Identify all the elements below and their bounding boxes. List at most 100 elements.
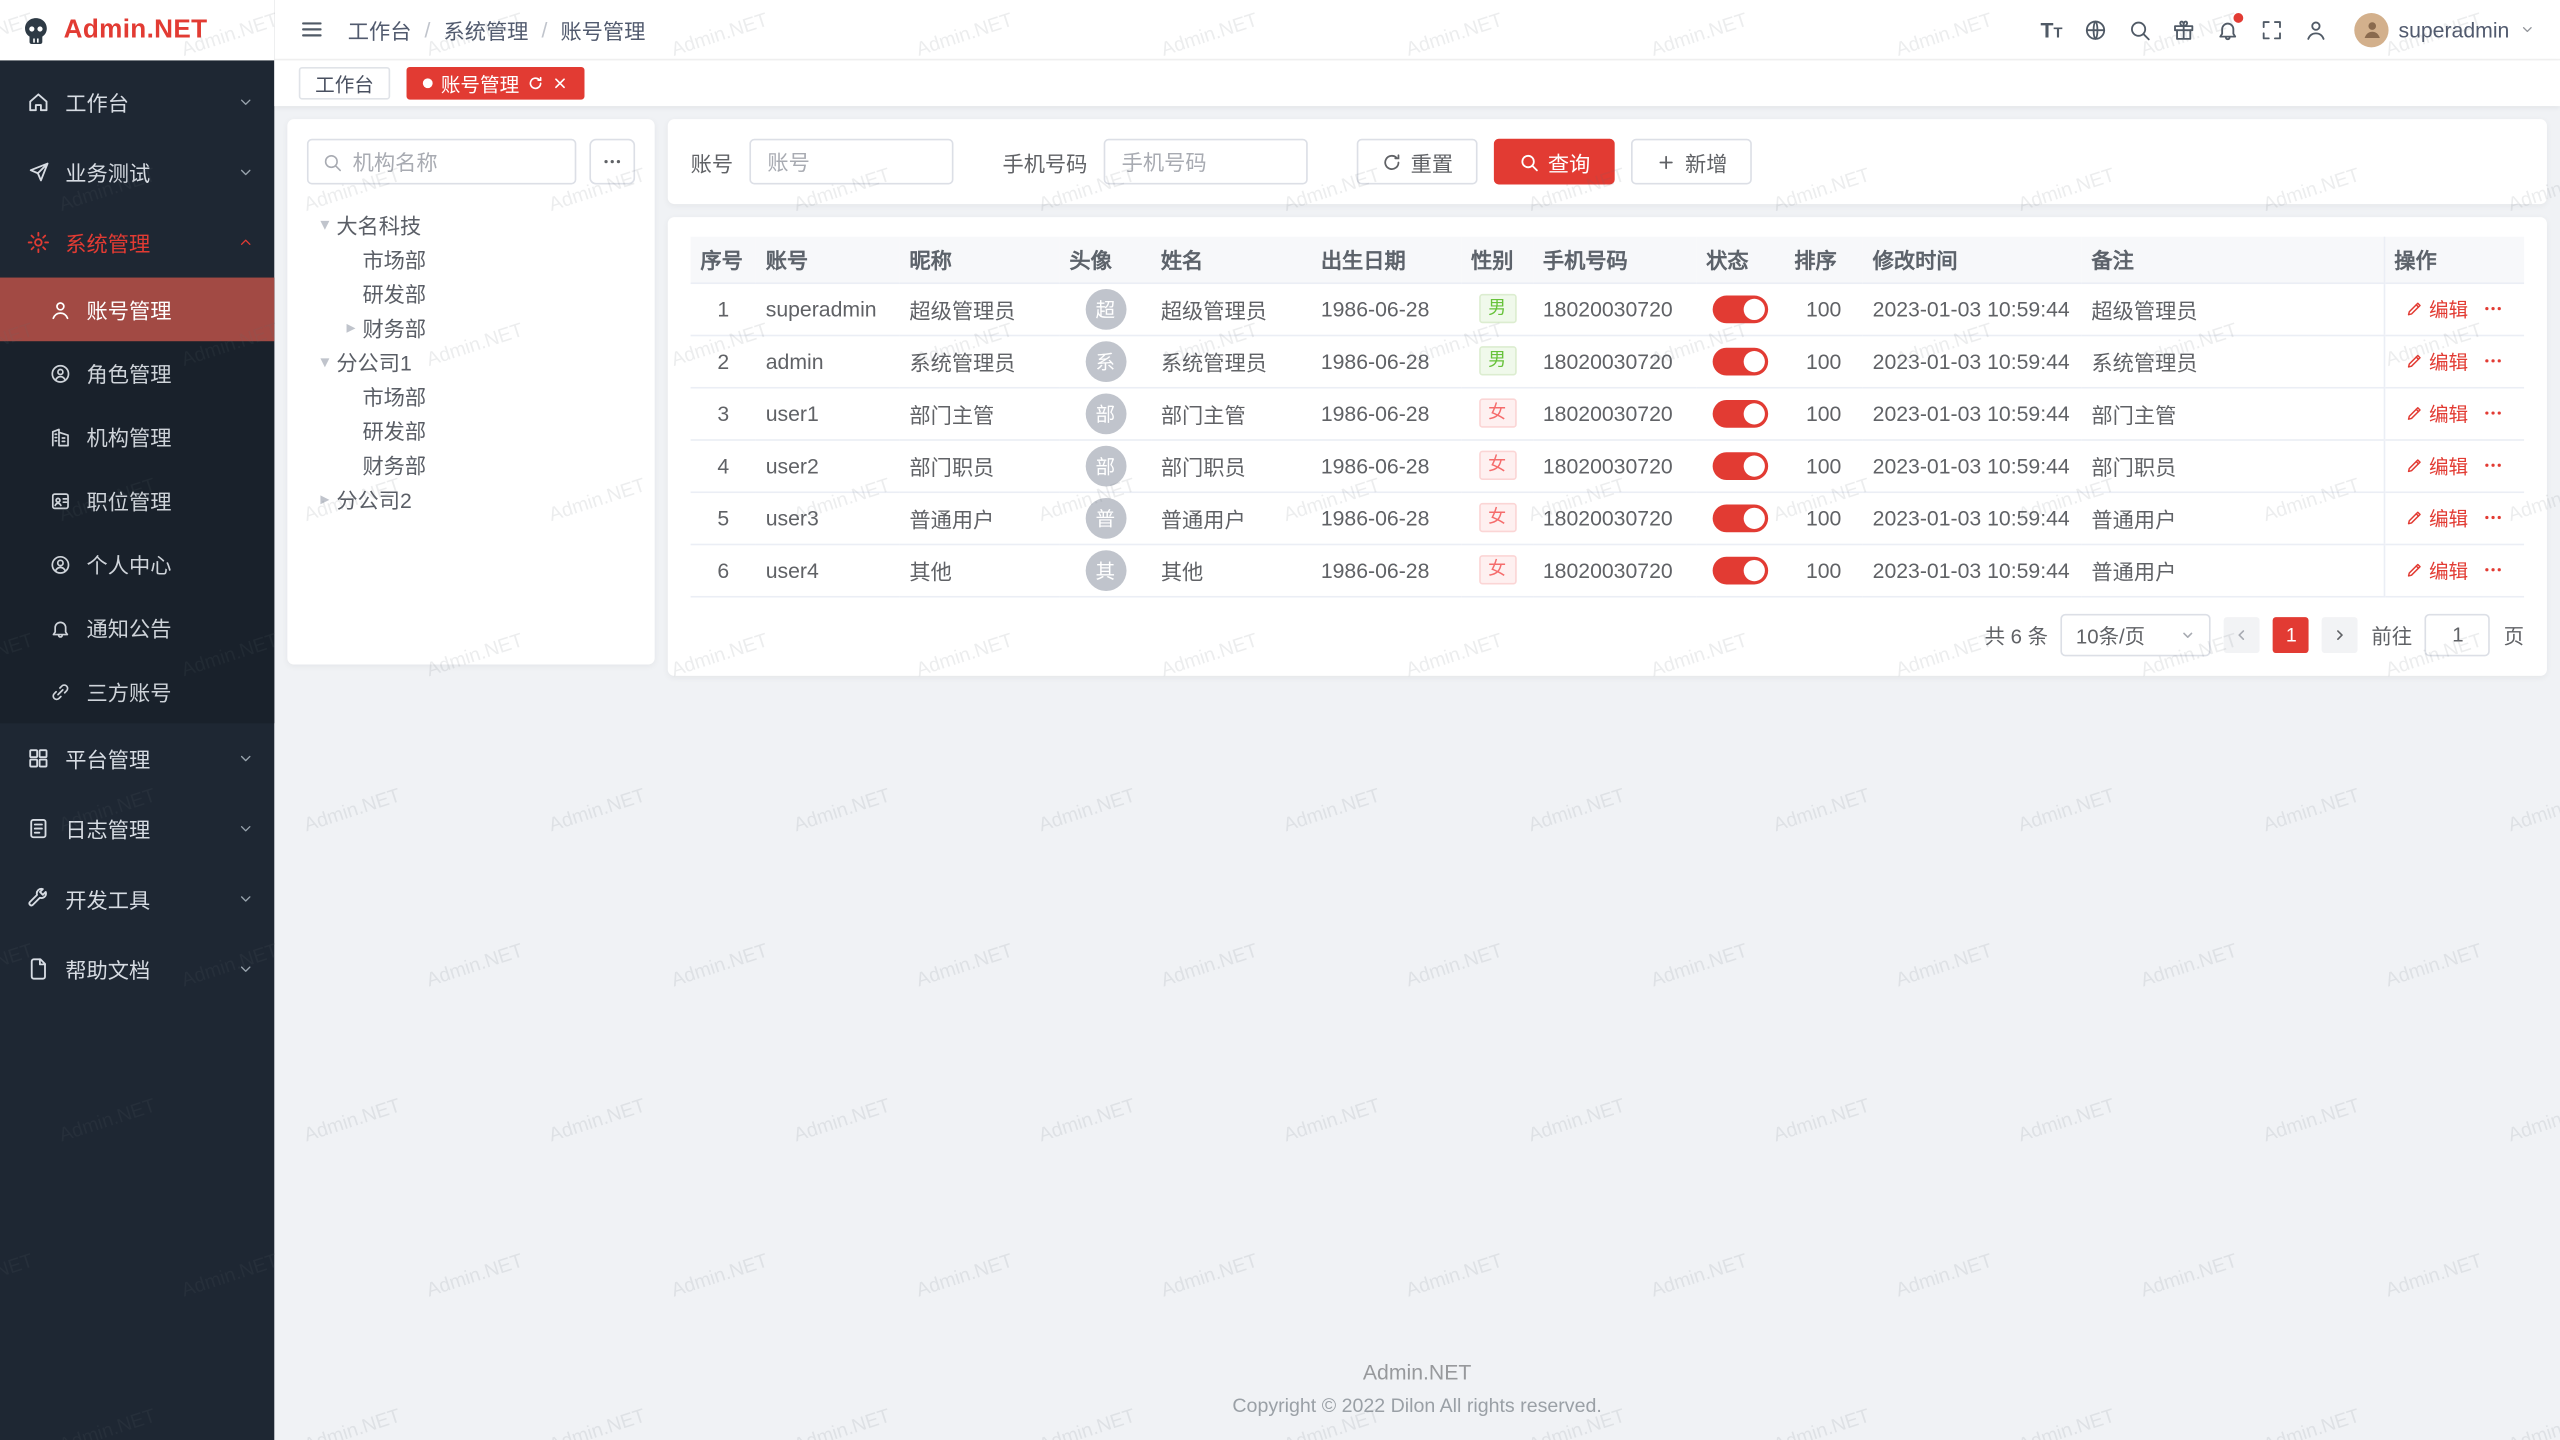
sidebar-subitem-notice[interactable]: 通知公告: [0, 596, 274, 660]
row-more-button[interactable]: [2481, 506, 2504, 529]
tree-node[interactable]: ▸分公司2: [307, 482, 635, 516]
cell-actions: 编辑: [2384, 387, 2524, 439]
row-more-button[interactable]: [2481, 349, 2504, 372]
row-more-button[interactable]: [2481, 558, 2504, 581]
cell-modified-time: 2023-01-03 10:59:44: [1863, 491, 2082, 543]
edit-button[interactable]: 编辑: [2404, 399, 2468, 427]
tab-workbench[interactable]: 工作台: [299, 67, 390, 100]
caret-down-icon[interactable]: ▾: [313, 351, 336, 372]
cell-birthdate: 1986-06-28: [1311, 544, 1461, 596]
fullscreen-icon[interactable]: [2250, 7, 2294, 51]
cell-sort: 100: [1784, 282, 1862, 334]
org-search-input[interactable]: [353, 149, 562, 173]
caret-right-icon[interactable]: ▸: [313, 488, 336, 509]
account-label: 账号: [691, 146, 733, 177]
sidebar-subitem-profile[interactable]: 个人中心: [0, 532, 274, 596]
brand[interactable]: Admin.NET: [0, 0, 274, 60]
row-more-button[interactable]: [2481, 297, 2504, 320]
search-button[interactable]: 查询: [1494, 139, 1615, 185]
tree-node[interactable]: ▾大名科技: [307, 207, 635, 241]
caret-down-icon[interactable]: ▾: [313, 214, 336, 235]
sidebar-subitem-account[interactable]: 账号管理: [0, 278, 274, 342]
chevron-down-icon: [2519, 21, 2535, 37]
row-more-button[interactable]: [2481, 454, 2504, 477]
tree-node[interactable]: 研发部: [307, 276, 635, 310]
pagination: 共 6 条 10条/页 1: [691, 613, 2524, 655]
org-more-button[interactable]: [589, 139, 635, 185]
cell-nickname: 部门职员: [900, 439, 1060, 491]
breadcrumb-item[interactable]: 系统管理: [443, 14, 528, 45]
edit-button[interactable]: 编辑: [2404, 347, 2468, 375]
sidebar-item-platform[interactable]: 平台管理: [0, 723, 274, 793]
sidebar-subitem-third[interactable]: 三方账号: [0, 660, 274, 724]
prev-page-button[interactable]: [2224, 616, 2260, 652]
org-tree: ▾大名科技市场部研发部▸财务部▾分公司1市场部研发部财务部▸分公司2: [307, 207, 635, 516]
cell-sort: 100: [1784, 491, 1862, 543]
sidebar-menu: 工作台业务测试系统管理账号管理角色管理机构管理职位管理个人中心通知公告三方账号平…: [0, 60, 274, 1440]
sidebar-item-devtools[interactable]: 开发工具: [0, 864, 274, 934]
status-toggle[interactable]: [1713, 347, 1769, 375]
sidebar-item-business-test[interactable]: 业务测试: [0, 137, 274, 207]
search-icon[interactable]: [2118, 7, 2162, 51]
chevron-up-icon: [237, 233, 255, 251]
sidebar-item-log[interactable]: 日志管理: [0, 793, 274, 863]
sidebar-item-system[interactable]: 系统管理: [0, 207, 274, 277]
sidebar: Admin.NET 工作台业务测试系统管理账号管理角色管理机构管理职位管理个人中…: [0, 0, 274, 1440]
status-toggle[interactable]: [1713, 295, 1769, 323]
edit-button[interactable]: 编辑: [2404, 295, 2468, 323]
tree-node[interactable]: 财务部: [307, 447, 635, 481]
goto-page-input[interactable]: [2425, 613, 2490, 655]
status-toggle[interactable]: [1713, 504, 1769, 532]
user-menu[interactable]: superadmin: [2354, 12, 2535, 46]
bell-icon[interactable]: [2206, 7, 2250, 51]
column-header: 排序: [1784, 237, 1862, 283]
account-input[interactable]: [749, 139, 953, 185]
tree-node[interactable]: ▸财务部: [307, 310, 635, 344]
sidebar-item-workbench[interactable]: 工作台: [0, 67, 274, 137]
gift-icon[interactable]: [2162, 7, 2206, 51]
page-unit-label: 页: [2504, 619, 2524, 650]
tab-account[interactable]: 账号管理: [407, 67, 585, 100]
caret-right-icon[interactable]: ▸: [340, 317, 363, 338]
sidebar-subitem-position[interactable]: 职位管理: [0, 469, 274, 533]
status-toggle[interactable]: [1713, 556, 1769, 584]
reset-button[interactable]: 重置: [1357, 139, 1478, 185]
page-1-button[interactable]: 1: [2273, 616, 2309, 652]
tree-node-label: 研发部: [362, 278, 426, 309]
user-icon[interactable]: [2294, 7, 2338, 51]
tree-node[interactable]: ▾分公司1: [307, 344, 635, 378]
locale-icon[interactable]: [2074, 7, 2118, 51]
edit-button[interactable]: 编辑: [2404, 556, 2468, 584]
tree-node[interactable]: 市场部: [307, 242, 635, 276]
cell-sort: 100: [1784, 387, 1862, 439]
sidebar-item-docs[interactable]: 帮助文档: [0, 934, 274, 1004]
edit-button[interactable]: 编辑: [2404, 451, 2468, 479]
row-more-button[interactable]: [2481, 402, 2504, 425]
menu-collapse-icon[interactable]: [299, 16, 325, 42]
add-button[interactable]: 新增: [1631, 139, 1752, 185]
gender-badge: 女: [1478, 398, 1516, 427]
cell-birthdate: 1986-06-28: [1311, 335, 1461, 387]
cell-remark: 系统管理员: [2082, 335, 2384, 387]
sidebar-subitem-label: 三方账号: [87, 676, 255, 707]
cell-name: 其他: [1151, 544, 1311, 596]
tree-node[interactable]: 研发部: [307, 413, 635, 447]
cell-remark: 部门职员: [2082, 439, 2384, 491]
breadcrumb-item[interactable]: 工作台: [348, 14, 412, 45]
sidebar-subitem-role[interactable]: 角色管理: [0, 341, 274, 405]
status-toggle[interactable]: [1713, 451, 1769, 479]
tree-node[interactable]: 市场部: [307, 379, 635, 413]
sidebar-subitem-org[interactable]: 机构管理: [0, 405, 274, 469]
status-toggle[interactable]: [1713, 399, 1769, 427]
edit-button[interactable]: 编辑: [2404, 504, 2468, 532]
page-size-select[interactable]: 10条/页: [2061, 613, 2211, 655]
search-label: 查询: [1548, 146, 1590, 177]
refresh-tab-icon[interactable]: [527, 75, 543, 91]
breadcrumb-item[interactable]: 账号管理: [560, 14, 645, 45]
close-tab-icon[interactable]: [552, 75, 568, 91]
tab-account-label: 账号管理: [441, 69, 519, 97]
font-size-icon[interactable]: TT: [2029, 7, 2073, 51]
role-icon: [49, 362, 72, 385]
next-page-button[interactable]: [2322, 616, 2358, 652]
phone-input[interactable]: [1104, 139, 1308, 185]
